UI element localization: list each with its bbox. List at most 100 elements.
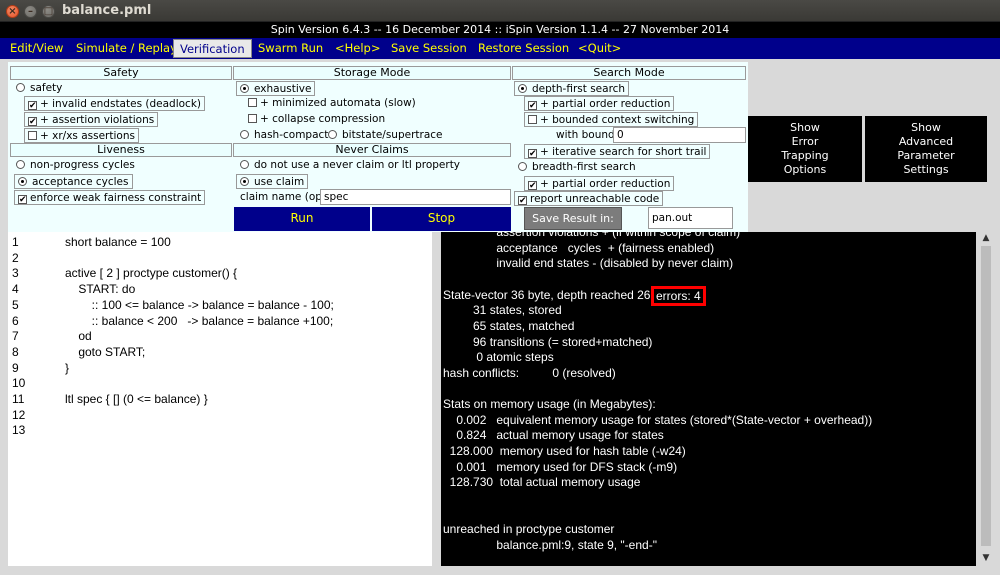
radio-icon <box>16 160 25 169</box>
iterative-search-checkbox[interactable]: ✔ + iterative search for short trail <box>524 144 711 159</box>
radio-icon <box>16 83 25 92</box>
output-line: 96 transitions (= stored+matched) <box>443 334 653 349</box>
window-title: balance.pml <box>62 3 152 18</box>
save-result-button[interactable]: Save Result in: <box>524 207 622 230</box>
line-number: 8 <box>12 344 19 359</box>
menu-quit[interactable]: <Quit> <box>572 39 627 58</box>
output-line: unreached in proctype customer <box>443 522 615 537</box>
output-line: 0.001 memory used for DFS stack (-m9) <box>443 459 678 474</box>
radio-icon <box>518 162 527 171</box>
check-icon: ✔ <box>28 101 37 111</box>
bitstate-radio[interactable]: bitstate/supertrace <box>328 128 443 143</box>
assertion-violations-checkbox[interactable]: ✔ + assertion violations <box>24 112 159 127</box>
xr-xs-checkbox[interactable]: + xr/xs assertions <box>24 128 139 143</box>
line-number: 2 <box>12 250 19 265</box>
with-bound-label: with bound: <box>556 129 619 141</box>
output-line: 65 states, matched <box>443 318 575 333</box>
code-line: goto START; <box>65 344 146 359</box>
code-line: od <box>65 329 92 344</box>
errors-highlight: errors: 4 <box>651 286 706 306</box>
radio-selected-icon <box>240 84 249 93</box>
code-line: START: do <box>65 282 136 297</box>
radio-icon <box>240 160 249 169</box>
scroll-up-icon[interactable]: ▲ <box>979 232 993 244</box>
radio-icon <box>328 130 337 139</box>
maximize-window-button[interactable]: □ <box>42 5 55 18</box>
breadth-first-radio[interactable]: breadth-first search <box>518 160 636 175</box>
output-line: 0 atomic steps <box>443 350 554 365</box>
output-line: 128.730 total actual memory usage <box>443 475 641 490</box>
safety-header: Safety <box>10 66 232 80</box>
output-line: 0.824 actual memory usage for states <box>443 428 664 443</box>
report-unreachable-checkbox[interactable]: ✔ report unreachable code <box>514 191 664 206</box>
checkbox-icon <box>28 131 37 140</box>
safety-radio[interactable]: safety <box>16 81 62 96</box>
menu-save-session[interactable]: Save Session <box>385 39 473 58</box>
collapse-compression-checkbox[interactable]: + collapse compression <box>248 112 385 127</box>
line-number: 4 <box>12 282 19 297</box>
verification-output[interactable]: assertion violations + (if within scope … <box>441 232 976 566</box>
checkbox-icon <box>248 98 257 107</box>
depth-first-radio[interactable]: depth-first search <box>514 81 630 96</box>
source-editor[interactable]: 1 short balance = 100 2 3 active [ 2 ] proct… <box>8 232 432 566</box>
partial-order-checkbox[interactable]: ✔ + partial order reduction <box>524 96 675 111</box>
acceptance-cycles-radio[interactable]: acceptance cycles <box>14 174 133 189</box>
menu-restore-session[interactable]: Restore Session <box>472 39 575 58</box>
minimize-window-button[interactable]: – <box>24 5 37 18</box>
weak-fairness-checkbox[interactable]: ✔ enforce weak fairness constraint <box>14 190 206 205</box>
claim-name-input[interactable]: spec <box>320 189 511 205</box>
close-icon: × <box>8 6 17 17</box>
title-bar: × – □ balance.pml <box>0 0 1000 22</box>
use-claim-radio[interactable]: use claim <box>236 174 309 189</box>
output-line: Stats on memory usage (in Megabytes): <box>443 397 656 412</box>
exhaustive-radio[interactable]: exhaustive <box>236 81 316 96</box>
line-number: 12 <box>12 407 26 422</box>
output-line: assertion violations + (if within scope … <box>443 232 741 239</box>
scroll-down-icon[interactable]: ▼ <box>979 552 993 564</box>
output-line: 31 states, stored <box>443 303 562 318</box>
partial-order-bfs-checkbox[interactable]: ✔ + partial order reduction <box>524 176 675 191</box>
errors-count: errors: 4 <box>656 289 701 303</box>
menu-edit-view[interactable]: Edit/View <box>4 39 69 58</box>
invalid-endstates-checkbox[interactable]: ✔ + invalid endstates (deadlock) <box>24 96 205 111</box>
menu-simulate-replay[interactable]: Simulate / Replay <box>70 39 183 58</box>
output-line: balance.pml:9, state 9, "-end-" <box>443 538 657 552</box>
code-line: } <box>65 360 70 375</box>
line-number: 10 <box>12 376 26 391</box>
checkbox-icon <box>248 114 257 123</box>
output-line: 0.002 equivalent memory usage for states… <box>443 412 873 427</box>
menu-verification[interactable]: Verification <box>173 39 252 58</box>
minimized-automata-checkbox[interactable]: + minimized automata (slow) <box>248 96 416 111</box>
output-scrollbar[interactable]: ▲ ▼ <box>979 232 993 566</box>
check-icon: ✔ <box>528 101 537 111</box>
maximize-icon: □ <box>43 6 54 17</box>
advanced-settings-button[interactable]: Show Advanced Parameter Settings <box>865 116 987 182</box>
non-progress-radio[interactable]: non-progress cycles <box>16 158 135 173</box>
menu-swarm-run[interactable]: Swarm Run <box>252 39 329 58</box>
error-trapping-button[interactable]: Show Error Trapping Options <box>748 116 862 182</box>
menu-help[interactable]: <Help> <box>329 39 387 58</box>
scroll-thumb[interactable] <box>981 246 991 546</box>
check-icon: ✔ <box>528 149 537 159</box>
save-file-input[interactable]: pan.out <box>648 207 733 229</box>
with-bound-input[interactable]: 0 <box>613 127 746 143</box>
hash-compact-radio[interactable]: hash-compact <box>240 128 328 143</box>
output-line: State-vector 36 byte, depth reached 26, <box>443 287 658 302</box>
line-number: 6 <box>12 313 19 328</box>
run-button[interactable]: Run <box>234 207 370 231</box>
never-claims-header: Never Claims <box>233 143 511 157</box>
no-never-claim-radio[interactable]: do not use a never claim or ltl property <box>240 158 460 173</box>
stop-button[interactable]: Stop <box>372 207 511 231</box>
bounded-context-checkbox[interactable]: + bounded context switching <box>524 112 699 127</box>
output-line: invalid end states - (disabled by never … <box>443 256 734 271</box>
close-window-button[interactable]: × <box>6 5 19 18</box>
radio-icon <box>240 130 249 139</box>
code-line: :: balance < 200 -> balance = balance +1… <box>65 313 334 328</box>
line-number: 11 <box>12 392 25 406</box>
minimize-icon: – <box>28 6 33 17</box>
line-number: 5 <box>12 297 19 312</box>
line-number: 1 <box>12 235 19 249</box>
menu-bar: Edit/View Simulate / Replay Verification… <box>0 38 1000 59</box>
code-line: active [ 2 ] proctype customer() { <box>65 266 238 281</box>
radio-selected-icon <box>240 177 249 186</box>
